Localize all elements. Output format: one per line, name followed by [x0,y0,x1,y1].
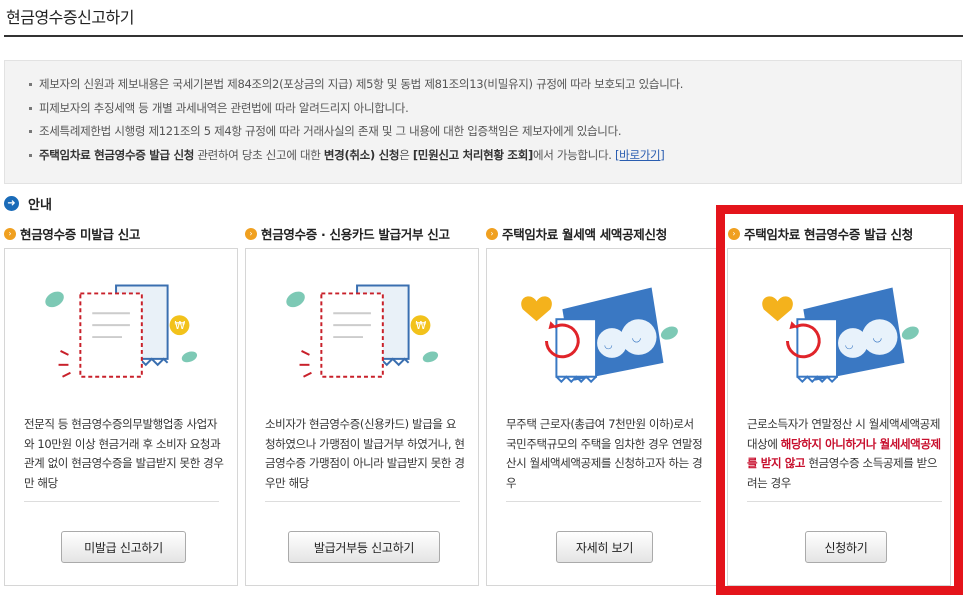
card-divider [24,501,219,502]
card-description: 무주택 근로자(총급여 7천만원 이하)로서 국민주택규모의 주택을 임차한 경… [506,417,703,490]
chevron-right-icon: › [245,227,257,240]
receipt-illustration-icon: ₩ [286,284,439,378]
notice-text: 에서 가능합니다. [532,147,615,162]
title-divider [4,35,963,37]
notice-item: 조세특례제한법 시행령 제121조의 5 제4항 규정에 따라 거래사실의 존재… [27,120,961,144]
arrow-right-circle-icon: ➜ [4,196,19,211]
card-description: 전문직 등 현금영수증의무발행업종 사업자와 10만원 이상 현금거래 후 소비… [24,417,224,490]
card-rent-receipt: ◡ ◡ 근로소득자가 연말정산 시 월세액세액공제 대상에 해당하지 아니하거나… [727,248,951,586]
apply-button[interactable]: 신청하기 [805,531,887,563]
svg-text:₩: ₩ [175,319,186,332]
card-divider [506,501,701,502]
card-title-rent-credit: › 주택임차료 월세액 세액공제신청 [486,224,667,243]
receipt-illustration-icon: ₩ [45,284,198,378]
guide-heading: ➜ 안내 [4,194,52,213]
notice-strong: 주택임차료 현금영수증 발급 신청 [39,147,195,162]
chevron-right-icon: › [4,227,16,240]
card-description: 근로소득자가 연말정산 시 월세액세액공제 대상에 해당하지 아니하거나 월세세… [747,415,947,493]
card-title-unissued: › 현금영수증 미발급 신고 [4,224,140,243]
refusal-report-button[interactable]: 발급거부등 신고하기 [288,531,440,563]
card-title-refusal: › 현금영수증 · 신용카드 발급거부 신고 [245,224,450,243]
rent-wallet-illustration-icon: ◡ ◡ [521,287,678,384]
svg-text:◡: ◡ [873,331,883,344]
notice-box: 제보자의 신원과 제보내용은 국세기본법 제84조의2(포상금의 지급) 제5항… [4,60,962,184]
card-title-rent-receipt: › 주택임차료 현금영수증 발급 신청 [728,224,913,243]
notice-strong: 변경(취소) 신청 [323,147,400,162]
card-refusal: ₩ 소비자가 현금영수증(신용카드) 발급을 요청하였으나 가맹점이 발급거부 … [245,248,479,586]
notice-strong: [민원신고 처리현황 조회] [412,147,533,162]
details-button[interactable]: 자세히 보기 [556,531,653,563]
card-unissued: ₩ 전문직 등 현금영수증의무발행업종 사업자와 10만원 이상 현금거래 후 … [4,248,238,586]
notice-text: 관련하여 당초 신고에 대한 [194,147,324,162]
rent-wallet-illustration-icon: ◡ ◡ [762,287,919,384]
svg-text:₩: ₩ [416,319,427,332]
notice-text: 은 [399,147,413,162]
page-title: 현금영수증신고하기 [6,8,134,27]
notice-item: 제보자의 신원과 제보내용은 국세기본법 제84조의2(포상금의 지급) 제5항… [27,73,961,97]
svg-text:◡: ◡ [604,340,613,351]
shortcut-link[interactable]: [바로가기] [615,148,665,162]
card-description: 소비자가 현금영수증(신용카드) 발급을 요청하였으나 가맹점이 발급거부 하였… [265,417,465,490]
notice-item: 주택임차료 현금영수증 발급 신청 관련하여 당초 신고에 대한 변경(취소) … [27,144,961,168]
guide-label: 안내 [28,198,52,213]
unissued-report-button[interactable]: 미발급 신고하기 [61,531,186,563]
chevron-right-icon: › [486,227,498,240]
card-divider [265,501,460,502]
svg-text:◡: ◡ [632,331,642,344]
notice-item: 피제보자의 추징세액 등 개별 과세내역은 관련법에 따라 알려드리지 아니합니… [27,97,961,121]
chevron-right-icon: › [728,227,740,240]
card-rent-credit: ◡ ◡ 무주택 근로자(총급여 7천만원 이하)로서 국민주택규모의 주택을 임… [486,248,720,586]
card-divider [747,501,942,502]
svg-text:◡: ◡ [845,340,854,351]
